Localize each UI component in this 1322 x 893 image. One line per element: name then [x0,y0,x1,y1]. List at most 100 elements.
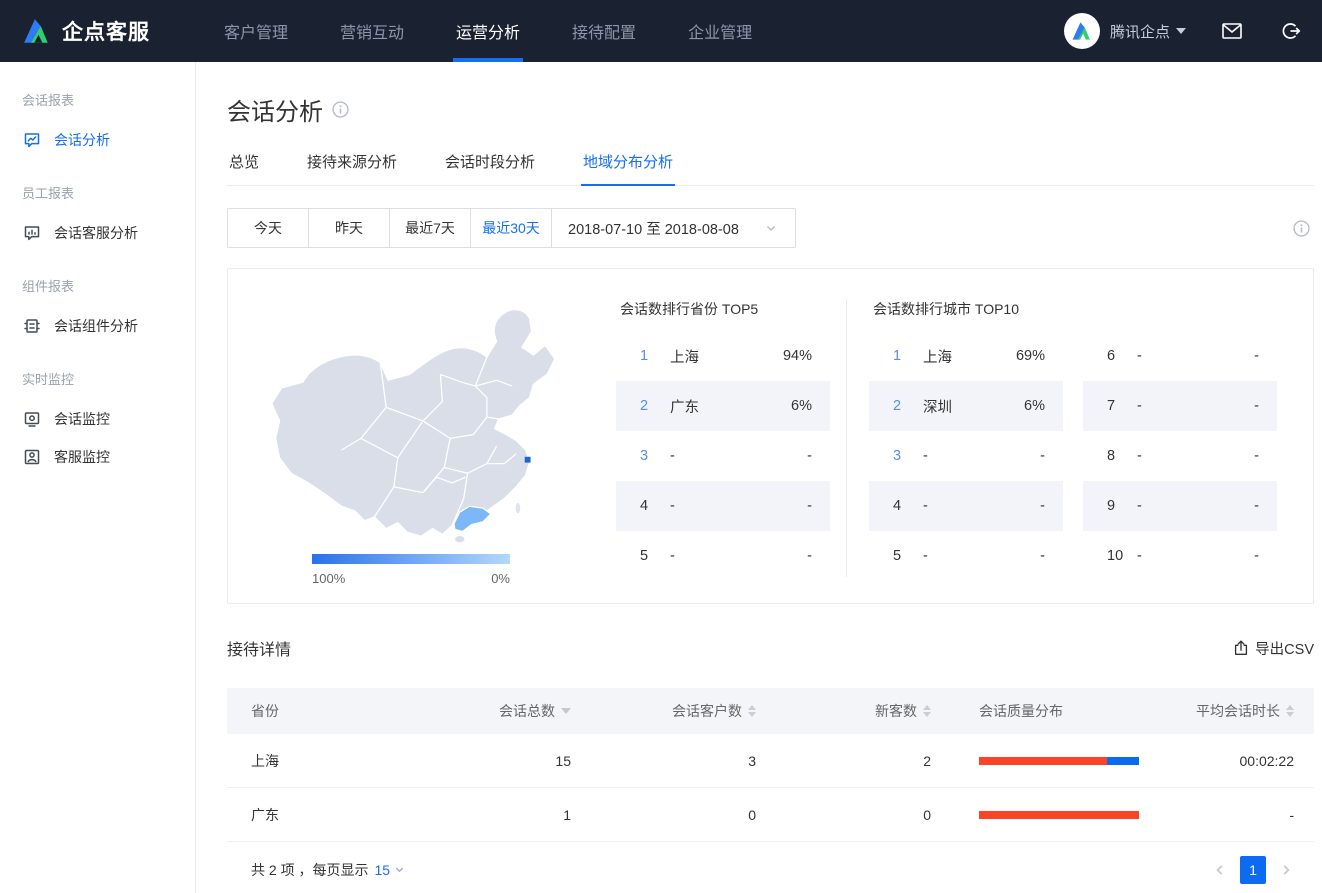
rank-name: - [1129,348,1254,364]
rank-row: 4 - - [869,481,1063,531]
chevron-down-icon [1176,28,1186,34]
china-map[interactable] [242,293,602,545]
filter-last30days-button[interactable]: 最近30天 [471,209,552,247]
rank-name: 广东 [662,396,791,417]
sidebar-item-session-monitor[interactable]: 会话监控 [0,400,195,438]
nav-item-customer[interactable]: 客户管理 [198,0,314,62]
rank-row: 10 - - [1083,531,1277,581]
qidian-logo-icon [22,16,52,46]
date-range-picker[interactable]: 2018-07-10 至 2018-08-08 [552,209,795,247]
component-icon [22,316,42,336]
map-region-shanghai[interactable] [525,457,531,463]
nav-item-enterprise[interactable]: 企业管理 [662,0,778,62]
table-row[interactable]: 广东 1 0 0 - [227,788,1314,842]
avatar[interactable] [1064,13,1100,49]
rank-value: - [1040,548,1045,564]
col-total-sessions[interactable]: 会话总数 [431,701,571,721]
sidebar-item-label: 会话监控 [54,409,110,429]
sidebar: 会话报表 会话分析 员工报表 会话客服分析 组件报表 会话组件分 [0,62,196,893]
brand: 企点客服 [22,16,150,46]
sidebar-group-staff-reports: 员工报表 会话客服分析 [0,173,195,252]
col-avg-duration[interactable]: 平均会话时长 [1161,701,1294,721]
map-region-taiwan[interactable] [515,502,521,514]
rank-number: 8 [1107,448,1129,464]
legend-min-label: 0% [491,571,510,586]
filter-last7days-button[interactable]: 最近7天 [390,209,471,247]
sort-icon[interactable] [748,705,756,717]
navbar-right: 腾讯企点 [1064,13,1302,49]
top-navbar: 企点客服 客户管理 营销互动 运营分析 接待配置 企业管理 腾讯企点 [0,0,1322,62]
next-page-button[interactable] [1274,858,1298,882]
city-ranking: 会话数排行城市 TOP10 1 上海 69% 2 深圳 6% 3 [869,269,1313,603]
rank-number: 10 [1107,548,1129,564]
group-title: 实时监控 [0,359,195,400]
col-session-customers[interactable]: 会话客户数 [571,701,756,721]
table-row[interactable]: 上海 15 3 2 00:02:22 [227,734,1314,788]
mail-icon[interactable] [1220,19,1244,43]
nav-item-marketing[interactable]: 营销互动 [314,0,430,62]
rank-name: - [915,498,1040,514]
nav-item-reception[interactable]: 接待配置 [546,0,662,62]
sidebar-item-label: 客服监控 [54,447,110,467]
rank-number: 2 [893,398,915,414]
rank-row: 1 上海 94% [616,331,830,381]
reception-detail-table: 省份 会话总数 会话客户数 新客数 会话质量分布 平均会话时长 上海 [227,688,1314,893]
tab-time-analysis[interactable]: 会话时段分析 [443,143,537,185]
rank-value: 69% [1016,348,1045,364]
rank-row: 1 上海 69% [869,331,1063,381]
region-distribution-panel: 100% 0% 会话数排行省份 TOP5 1 上海 94% 2 广东 6% [227,268,1314,604]
logout-icon[interactable] [1278,19,1302,43]
filter-today-button[interactable]: 今天 [228,209,309,247]
agent-icon [22,447,42,467]
analysis-tabs: 总览 接待来源分析 会话时段分析 地域分布分析 [227,143,1314,186]
rank-row: 5 - - [869,531,1063,581]
col-new-customers[interactable]: 新客数 [756,701,931,721]
page-size-select[interactable]: 15 [374,862,390,878]
sort-desc-icon[interactable] [561,708,571,714]
account-menu[interactable]: 腾讯企点 [1110,21,1186,42]
tab-region-analysis[interactable]: 地域分布分析 [581,143,675,185]
tab-source-analysis[interactable]: 接待来源分析 [305,143,399,185]
rank-name: - [1129,448,1254,464]
rank-row: 6 - - [1083,331,1277,381]
date-filter-group: 今天 昨天 最近7天 最近30天 2018-07-10 至 2018-08-08 [227,208,796,248]
chevron-down-icon[interactable] [394,864,405,875]
rank-value: - [1040,448,1045,464]
rank-row: 5 - - [616,531,830,581]
info-icon[interactable] [332,101,349,118]
page-1-button[interactable]: 1 [1240,856,1266,884]
rank-value: - [1040,498,1045,514]
cell-province: 上海 [251,751,431,771]
rank-number: 1 [893,348,915,364]
sort-icon[interactable] [923,705,931,717]
rank-value: - [1254,548,1259,564]
rank-name: - [1129,548,1254,564]
rank-name: - [915,448,1040,464]
info-icon[interactable] [1293,220,1310,237]
map-region-hainan[interactable] [454,535,465,543]
monitor-icon [22,409,42,429]
export-csv-button[interactable]: 导出CSV [1232,638,1314,659]
col-province[interactable]: 省份 [251,701,431,721]
rank-number: 3 [893,448,915,464]
sidebar-item-agent-session-analysis[interactable]: 会话客服分析 [0,214,195,252]
cell-avg-duration: 00:02:22 [1161,753,1294,769]
cell-province: 广东 [251,805,431,825]
sidebar-item-component-analysis[interactable]: 会话组件分析 [0,307,195,345]
filter-yesterday-button[interactable]: 昨天 [309,209,390,247]
sidebar-item-session-analysis[interactable]: 会话分析 [0,121,195,159]
tab-overview[interactable]: 总览 [227,143,261,185]
rank-number: 7 [1107,398,1129,414]
sidebar-group-realtime-monitor: 实时监控 会话监控 客服监控 [0,359,195,476]
chevron-right-icon [1279,863,1293,877]
province-ranking-title: 会话数排行省份 TOP5 [616,299,830,319]
rank-row: 2 广东 6% [616,381,830,431]
nav-item-operations[interactable]: 运营分析 [430,0,546,62]
primary-nav: 客户管理 营销互动 运营分析 接待配置 企业管理 [198,0,778,62]
quality-bad-segment [979,757,1107,765]
quality-good-segment [1107,757,1139,765]
sidebar-item-agent-monitor[interactable]: 客服监控 [0,438,195,476]
prev-page-button[interactable] [1208,858,1232,882]
sort-icon[interactable] [1286,705,1294,717]
china-map-block: 100% 0% [228,269,610,603]
